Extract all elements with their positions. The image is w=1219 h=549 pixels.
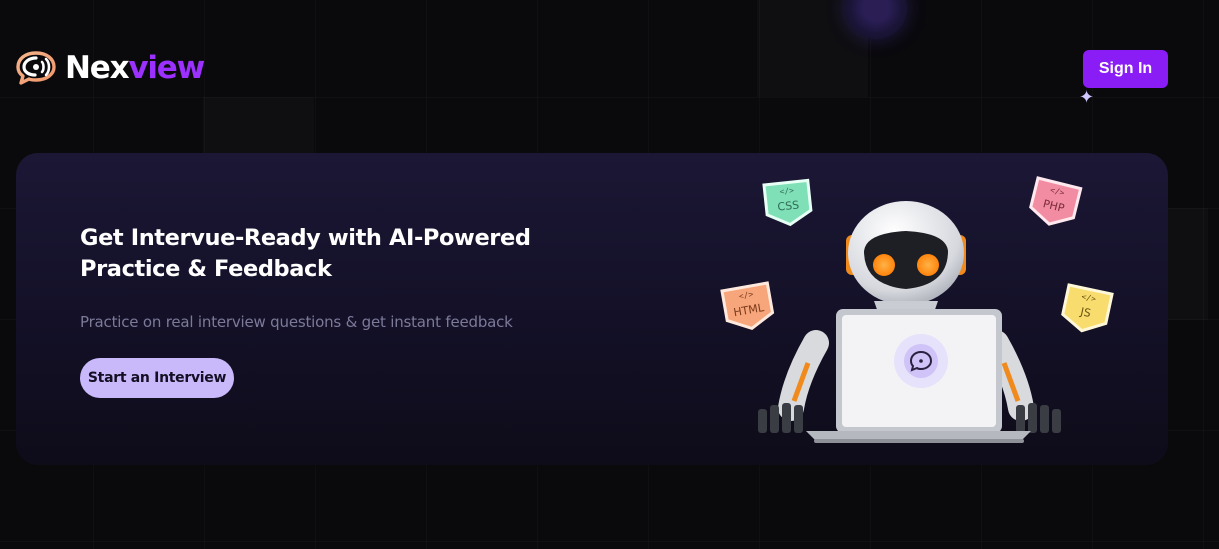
background-tile (203, 97, 314, 153)
hero-title-line2: Practice & Feedback (80, 256, 332, 282)
php-badge: </> PHP (1029, 176, 1083, 226)
brand-name: Nexview (65, 50, 205, 86)
hero-title: Get Intervue-Ready with AI-Powered Pract… (80, 223, 550, 285)
css-badge-label: CSS (777, 198, 800, 213)
svg-text:</>: </> (779, 186, 794, 196)
sparkle-icon: ✦ (1079, 87, 1095, 107)
hero-banner: Get Intervue-Ready with AI-Powered Pract… (16, 153, 1168, 465)
start-interview-button[interactable]: Start an Interview (80, 358, 234, 398)
logo[interactable]: Nexview (15, 50, 205, 86)
laptop (806, 309, 1031, 443)
robot-head (846, 201, 966, 318)
hero-title-line1: Get Intervue-Ready with AI-Powered (80, 225, 531, 251)
html-badge: </> HTML (720, 281, 775, 331)
js-badge: </> JS (1061, 283, 1114, 333)
css-badge: </> CSS (762, 178, 813, 227)
background-tile (1168, 208, 1208, 320)
hero-subtitle: Practice on real interview questions & g… (80, 313, 513, 331)
chat-bubble-icon (16, 51, 56, 85)
robot-laptop-illustration: </> CSS </> PHP </> HTML </> JS (720, 176, 1114, 443)
sign-in-button[interactable]: Sign In (1083, 50, 1168, 88)
brand-name-part1: Nex (65, 50, 130, 86)
brand-name-part2: view (128, 50, 205, 86)
